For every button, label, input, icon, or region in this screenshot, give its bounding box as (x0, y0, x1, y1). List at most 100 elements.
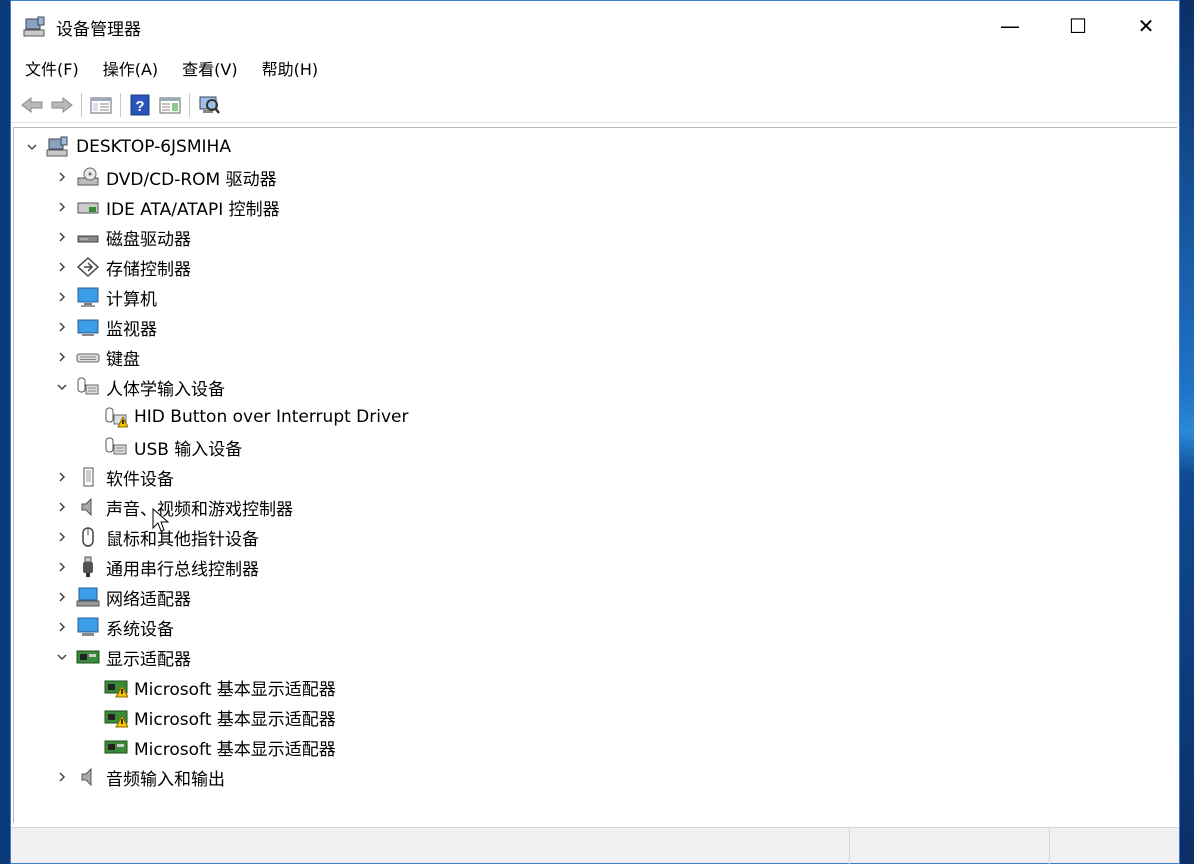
menu-file[interactable]: 文件(F) (25, 56, 79, 80)
network-adapter-icon (76, 587, 100, 607)
speaker-icon (81, 767, 92, 787)
toolbar-separator (81, 92, 82, 117)
mouse-icon (82, 527, 94, 547)
close-button[interactable]: ✕ (1112, 1, 1180, 51)
status-separator (849, 828, 850, 864)
action-pane-icon (159, 97, 181, 113)
category-label: 键盘 (106, 349, 140, 370)
forward-arrow-icon (51, 96, 73, 113)
menu-view[interactable]: 查看(V) (182, 56, 237, 80)
disk-drive-icon (77, 235, 99, 243)
chevron-right-icon[interactable] (54, 259, 70, 275)
chevron-right-icon[interactable] (54, 229, 70, 245)
chevron-right-icon[interactable] (54, 199, 70, 215)
display-adapter-warning-icon (104, 710, 128, 728)
chevron-down-icon[interactable] (24, 139, 40, 155)
toolbar-separator (120, 92, 121, 117)
software-device-icon (83, 467, 94, 487)
device-manager-icon (23, 16, 45, 37)
category-audio-io[interactable]: 音频输入和输出 (54, 763, 225, 791)
category-dvd[interactable]: DVD/CD-ROM 驱动器 (54, 163, 277, 191)
keyboard-icon (76, 353, 100, 363)
category-system[interactable]: 系统设备 (54, 613, 174, 641)
category-label: 软件设备 (106, 469, 174, 490)
console-tree-icon (90, 97, 112, 113)
category-keyboard[interactable]: 键盘 (54, 343, 140, 371)
category-ide[interactable]: IDE ATA/ATAPI 控制器 (54, 193, 280, 221)
category-label: 计算机 (106, 289, 157, 310)
display-adapter-icon (104, 740, 128, 754)
dvd-drive-icon (77, 167, 99, 186)
category-label: 声音、视频和游戏控制器 (106, 499, 293, 520)
usb-icon (83, 556, 93, 577)
category-label: 音频输入和输出 (106, 769, 225, 790)
device-usb-input[interactable]: USB 输入设备 (104, 433, 242, 461)
chevron-right-icon[interactable] (54, 529, 70, 545)
category-label: IDE ATA/ATAPI 控制器 (106, 199, 280, 220)
category-label: DVD/CD-ROM 驱动器 (106, 169, 277, 190)
hid-icon (77, 377, 99, 395)
category-monitor[interactable]: 监视器 (54, 313, 157, 341)
chevron-right-icon[interactable] (54, 769, 70, 785)
toolbar: ? (11, 87, 1179, 123)
category-computer[interactable]: 计算机 (54, 283, 157, 311)
category-software[interactable]: 软件设备 (54, 463, 174, 491)
device-manager-window: 设备管理器 — ☐ ✕ 文件(F) 操作(A) 查看(V) 帮助(H) ? DE… (10, 0, 1180, 864)
tree-root[interactable]: DESKTOP-6JSMIHA (24, 133, 231, 161)
hid-icon (105, 437, 127, 455)
title-bar[interactable]: 设备管理器 — ☐ ✕ (11, 1, 1179, 51)
device-label: Microsoft 基本显示适配器 (134, 679, 336, 700)
chevron-right-icon[interactable] (54, 589, 70, 605)
chevron-right-icon[interactable] (54, 619, 70, 635)
category-sound[interactable]: 声音、视频和游戏控制器 (54, 493, 293, 521)
category-label: 鼠标和其他指针设备 (106, 529, 259, 550)
chevron-down-icon[interactable] (54, 379, 70, 395)
back-arrow-icon (21, 96, 43, 113)
system-device-icon (77, 617, 99, 636)
help-button[interactable]: ? (125, 90, 155, 120)
device-hid-button[interactable]: HID Button over Interrupt Driver (104, 403, 409, 431)
back-button[interactable] (17, 90, 47, 120)
chevron-right-icon[interactable] (54, 319, 70, 335)
hid-warning-icon (105, 407, 128, 428)
forward-button[interactable] (47, 90, 77, 120)
toolbar-separator (189, 92, 190, 117)
minimize-button[interactable]: — (976, 1, 1044, 51)
device-tree: DESKTOP-6JSMIHA DVD/CD-ROM 驱动器 IDE ATA/A… (13, 127, 1177, 823)
chevron-right-icon[interactable] (54, 169, 70, 185)
category-storage[interactable]: 存储控制器 (54, 253, 191, 281)
category-disk[interactable]: 磁盘驱动器 (54, 223, 191, 251)
device-label: HID Button over Interrupt Driver (134, 407, 409, 427)
category-hid[interactable]: 人体学输入设备 (54, 373, 225, 401)
menu-action[interactable]: 操作(A) (103, 56, 158, 80)
category-network[interactable]: 网络适配器 (54, 583, 191, 611)
chevron-right-icon[interactable] (54, 499, 70, 515)
device-display-adapter-1[interactable]: Microsoft 基本显示适配器 (104, 673, 336, 701)
category-label: 系统设备 (106, 619, 174, 640)
chevron-right-icon[interactable] (54, 349, 70, 365)
category-label: 存储控制器 (106, 259, 191, 280)
category-label: 通用串行总线控制器 (106, 559, 259, 580)
show-action-pane-button[interactable] (155, 90, 185, 120)
scan-hardware-button[interactable] (194, 90, 224, 120)
category-usb[interactable]: 通用串行总线控制器 (54, 553, 259, 581)
category-label: 显示适配器 (106, 649, 191, 670)
minimize-icon: — (1000, 14, 1020, 38)
menu-bar: 文件(F) 操作(A) 查看(V) 帮助(H) (11, 53, 1179, 83)
category-label: 网络适配器 (106, 589, 191, 610)
menu-help[interactable]: 帮助(H) (262, 56, 319, 80)
category-display[interactable]: 显示适配器 (54, 643, 191, 671)
device-display-adapter-2[interactable]: Microsoft 基本显示适配器 (104, 703, 336, 731)
chevron-right-icon[interactable] (54, 289, 70, 305)
computer-icon (77, 287, 99, 307)
chevron-right-icon[interactable] (54, 469, 70, 485)
category-label: 人体学输入设备 (106, 379, 225, 400)
device-display-adapter-3[interactable]: Microsoft 基本显示适配器 (104, 733, 336, 761)
maximize-button[interactable]: ☐ (1044, 1, 1112, 51)
display-adapter-warning-icon (104, 680, 128, 698)
chevron-right-icon[interactable] (54, 559, 70, 575)
chevron-down-icon[interactable] (54, 649, 70, 665)
help-icon: ? (130, 94, 150, 115)
show-hide-console-tree-button[interactable] (86, 90, 116, 120)
maximize-icon: ☐ (1069, 14, 1087, 38)
